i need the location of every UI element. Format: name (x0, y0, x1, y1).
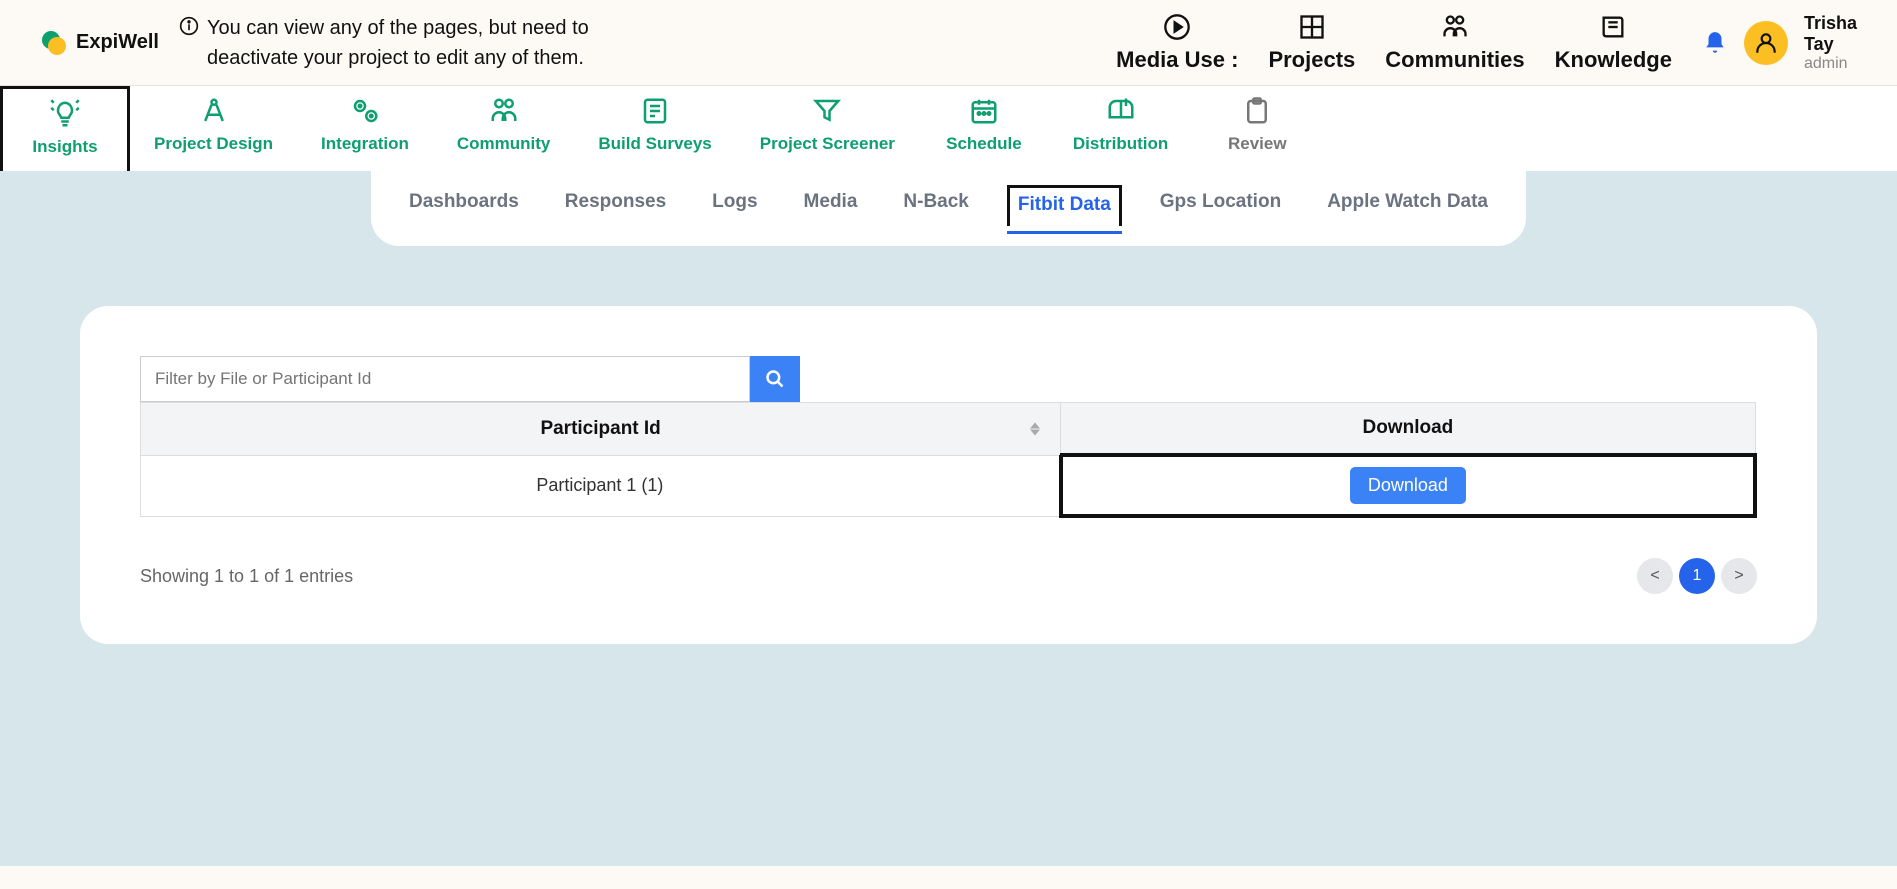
user-name-line1: Trisha (1804, 13, 1857, 34)
subtab-dashboards[interactable]: Dashboards (401, 185, 527, 226)
page-prev[interactable]: < (1637, 558, 1673, 594)
nav-knowledge-label: Knowledge (1555, 47, 1672, 73)
tab-review-label: Review (1228, 134, 1287, 154)
tab-schedule-label: Schedule (946, 134, 1022, 154)
tab-insights[interactable]: Insights (0, 86, 130, 171)
tab-integration[interactable]: Integration (297, 86, 433, 171)
cell-download: Download (1061, 455, 1755, 516)
book-icon (1599, 13, 1627, 41)
tab-integration-label: Integration (321, 134, 409, 154)
nav-projects-label: Projects (1268, 47, 1355, 73)
tab-insights-label: Insights (32, 137, 97, 157)
user-role: admin (1804, 55, 1857, 73)
people-icon (1441, 13, 1469, 41)
tab-build-surveys-label: Build Surveys (598, 134, 711, 154)
col-participant-id[interactable]: Participant Id (141, 403, 1061, 456)
subtab-media[interactable]: Media (796, 185, 866, 226)
cell-participant: Participant 1 (1) (141, 455, 1061, 516)
logo-icon (40, 29, 68, 57)
page-1[interactable]: 1 (1679, 558, 1715, 594)
download-button[interactable]: Download (1350, 467, 1466, 504)
calendar-icon (967, 96, 1001, 126)
nav-media-label: Media Use : (1116, 47, 1238, 73)
play-icon (1163, 13, 1191, 41)
nav-communities[interactable]: Communities (1385, 13, 1524, 73)
user-info: Trisha Tay admin (1804, 13, 1857, 73)
tab-project-screener[interactable]: Project Screener (736, 86, 919, 171)
tab-review[interactable]: Review (1192, 86, 1322, 171)
entries-info: Showing 1 to 1 of 1 entries (140, 566, 353, 587)
search-button[interactable] (750, 356, 800, 402)
filter-input[interactable] (140, 356, 750, 402)
subtab-gps[interactable]: Gps Location (1152, 185, 1289, 226)
brand-logo[interactable]: ExpiWell (40, 29, 159, 57)
tab-project-screener-label: Project Screener (760, 134, 895, 154)
avatar[interactable] (1744, 21, 1788, 65)
table-row: Participant 1 (1) Download (141, 455, 1756, 516)
lightbulb-icon (48, 99, 82, 129)
subtab-nback[interactable]: N-Back (895, 185, 976, 226)
subtab-apple[interactable]: Apple Watch Data (1319, 185, 1496, 226)
sort-icon (1030, 422, 1040, 435)
grid-icon (1298, 13, 1326, 41)
tab-project-design[interactable]: Project Design (130, 86, 297, 171)
tab-schedule[interactable]: Schedule (919, 86, 1049, 171)
tab-distribution[interactable]: Distribution (1049, 86, 1192, 171)
nav-projects[interactable]: Projects (1268, 13, 1355, 73)
user-name-line2: Tay (1804, 34, 1857, 55)
tab-build-surveys[interactable]: Build Surveys (574, 86, 735, 171)
col-download-label: Download (1362, 417, 1453, 438)
brand-name: ExpiWell (76, 31, 159, 54)
tab-project-design-label: Project Design (154, 134, 273, 154)
group-icon (487, 96, 521, 126)
bell-icon[interactable] (1702, 30, 1728, 56)
clipboard-icon (1240, 96, 1274, 126)
subtab-fitbit[interactable]: Fitbit Data (1007, 185, 1122, 226)
funnel-icon (810, 96, 844, 126)
form-icon (638, 96, 672, 126)
tab-distribution-label: Distribution (1073, 134, 1168, 154)
col-download: Download (1061, 403, 1755, 456)
col-participant-label: Participant Id (540, 418, 660, 439)
subtab-logs[interactable]: Logs (704, 185, 765, 226)
mailbox-icon (1104, 96, 1138, 126)
info-icon (179, 13, 199, 36)
user-icon (1753, 30, 1779, 56)
tab-community-label: Community (457, 134, 551, 154)
info-text: You can view any of the pages, but need … (207, 13, 599, 73)
info-banner: You can view any of the pages, but need … (179, 13, 599, 73)
page-next[interactable]: > (1721, 558, 1757, 594)
nav-media-use[interactable]: Media Use : (1116, 13, 1238, 73)
subtab-responses[interactable]: Responses (557, 185, 674, 226)
gears-icon (348, 96, 382, 126)
nav-knowledge[interactable]: Knowledge (1555, 13, 1672, 73)
tab-community[interactable]: Community (433, 86, 575, 171)
compass-icon (197, 96, 231, 126)
search-icon (765, 369, 785, 389)
nav-communities-label: Communities (1385, 47, 1524, 73)
